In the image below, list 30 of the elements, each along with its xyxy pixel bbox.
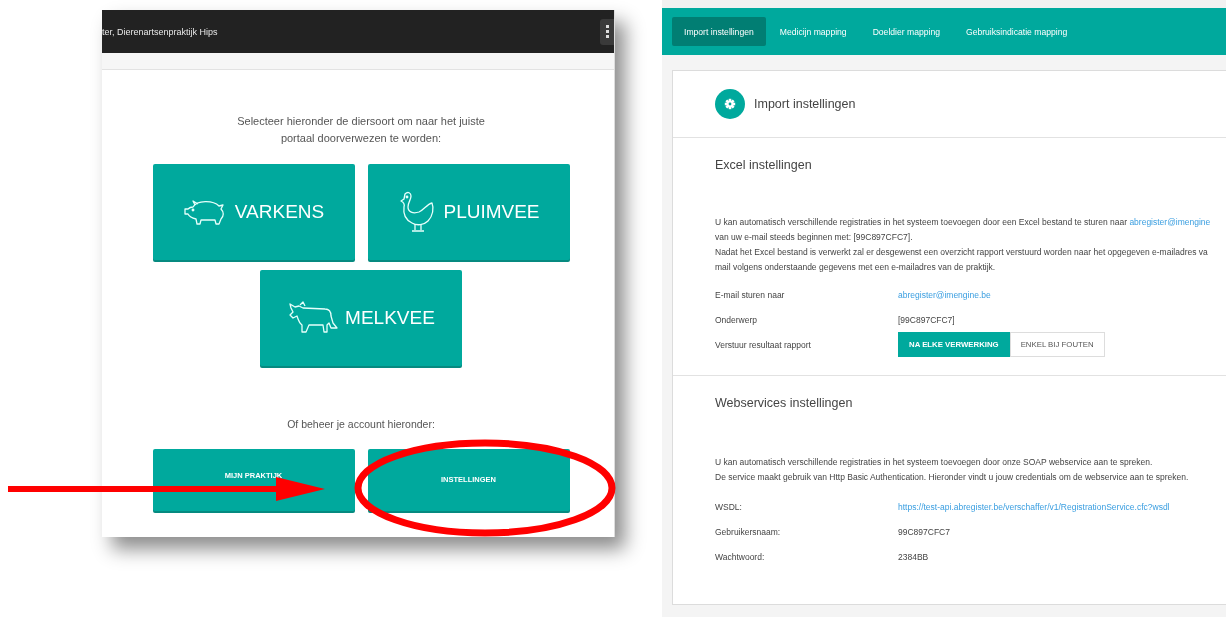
species-button[interactable]: MELKVEE [260, 270, 462, 366]
nav-tab[interactable]: Gebruiksindicatie mapping [954, 17, 1080, 46]
field-value: 2384BB [898, 551, 929, 562]
settings-icon [715, 89, 745, 119]
menu-button[interactable] [600, 18, 614, 45]
window-title: ter, Dierenartsenpraktijk Hips [102, 26, 218, 37]
nav-tab[interactable]: Doeldier mapping [860, 17, 952, 46]
nav-tab[interactable]: Import instellingen [672, 17, 766, 46]
field-label: Onderwerp [715, 314, 759, 325]
card-title: Import instellingen [754, 97, 856, 111]
section-title: Excel instellingen [715, 158, 813, 174]
field-label: Gebruikersnaam: [715, 526, 782, 537]
cow-icon [287, 301, 340, 335]
field-link[interactable]: https://test-api.abregister.be/verschaffer/v1/RegistrationService.cfc?wsdl [898, 501, 1170, 512]
webservice-description: U kan automatisch verschillende registraties in het systeem toevoegen door onze SOAP webservice aan te spreken. De service maakt gebruik van Http Basic Authentication. Hieronder vindt u jouw credentials om de webservice aan te spreken. [715, 456, 1190, 484]
field-value: [99C897CFC7] [898, 314, 955, 325]
field-link[interactable]: abregister@imengine.be [898, 289, 991, 300]
excel-description: U kan automatisch verschillende registraties in het systeem toevoegen door een Excel bestand te sturen naar abregister@imengine van uw e-mail steeds beginnen met: [99C897CFC7]. Nadat het Excel bestand is verwerkt zal er desgewenst een overzicht rapport verstuurd worden naar het opgegeven e-mailadres va mail volgens onderstaande gegevens met een e-mailadres van de praktijk. [715, 216, 1212, 274]
field-label: WSDL: [715, 501, 743, 512]
species-button[interactable]: PLUIMVEE [367, 164, 570, 260]
field-label: E-mail sturen naar [715, 289, 786, 300]
email-link[interactable]: abregister@imengine [1129, 217, 1211, 227]
account-prompt: Of beheer je account hieronder: [287, 418, 435, 430]
field-label: Wachtwoord: [715, 551, 766, 562]
field-label: Verstuur resultaat rapport [715, 339, 812, 350]
nav-tab[interactable]: Medicijn mapping [767, 17, 859, 46]
species-button[interactable]: VARKENS [152, 164, 355, 260]
section-title: Webservices instellingen [715, 396, 854, 412]
field-value: 99C897CFC7 [898, 526, 950, 537]
intro-text: Selecteer hieronder de diersoort om naar het juiste portaal doorverwezen te worden: [237, 114, 485, 146]
